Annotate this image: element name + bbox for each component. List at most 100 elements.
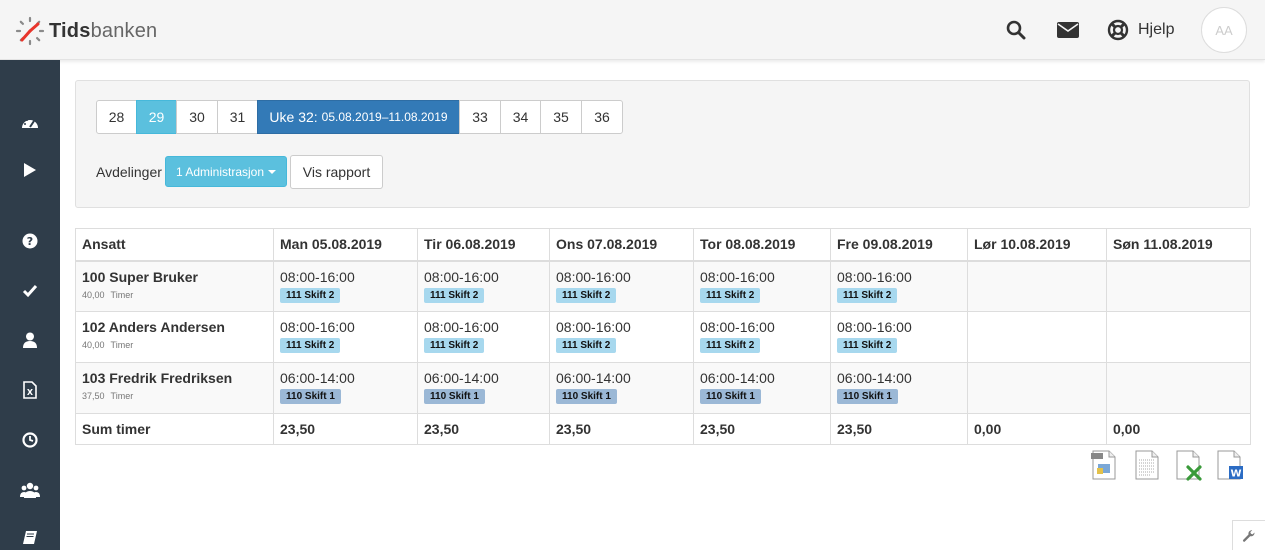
- excel-export-icon[interactable]: [1174, 449, 1204, 481]
- dashboard-icon[interactable]: [18, 110, 42, 134]
- shift-time: 08:00-16:00: [280, 268, 355, 285]
- shift-time: 06:00-14:00: [280, 370, 355, 386]
- department-label: Avdelinger: [96, 164, 162, 180]
- check-icon[interactable]: [18, 279, 42, 303]
- help-link[interactable]: Hjelp: [1138, 21, 1174, 39]
- week-button-36[interactable]: 36: [581, 100, 623, 134]
- sum-value: 0,00: [967, 413, 1107, 445]
- employee-hours-unit: Timer: [110, 340, 134, 350]
- shift-tag: 111 Skift 2: [280, 338, 341, 353]
- shift-tag: 111 Skift 2: [837, 338, 898, 353]
- sum-value: 23,50: [273, 413, 418, 445]
- employee-cell: 103 Fredrik Fredriksen 37,50 Timer: [75, 362, 274, 414]
- column-header-day[interactable]: Lør 10.08.2019: [967, 228, 1107, 262]
- shift-cell[interactable]: 06:00-14:00 110 Skift 1: [830, 362, 968, 414]
- empty-shift-cell[interactable]: [1106, 362, 1251, 414]
- shift-tag: 111 Skift 2: [556, 338, 617, 353]
- schedule-table: Ansatt Man 05.08.2019 Tir 06.08.2019 Ons…: [75, 228, 1251, 445]
- empty-shift-cell[interactable]: [1106, 311, 1251, 363]
- shift-cell[interactable]: 08:00-16:00 111 Skift 2: [693, 260, 831, 312]
- shift-time: 06:00-14:00: [424, 370, 499, 386]
- column-header-day[interactable]: Tir 06.08.2019: [417, 228, 550, 262]
- user-icon[interactable]: [18, 328, 42, 352]
- logo-text-light: banken: [90, 19, 158, 42]
- employee-name[interactable]: 102 Anders Andersen: [82, 319, 267, 335]
- shift-tag: 111 Skift 2: [556, 287, 617, 303]
- employee-cell: 100 Super Bruker 40,00 Timer: [75, 260, 274, 312]
- play-icon[interactable]: [18, 158, 42, 182]
- employee-name[interactable]: 103 Fredrik Fredriksen: [82, 370, 267, 386]
- shift-cell[interactable]: 08:00-16:00 111 Skift 2: [549, 311, 694, 363]
- table-header-row: Ansatt Man 05.08.2019 Tir 06.08.2019 Ons…: [75, 228, 1251, 262]
- excel-file-icon[interactable]: X: [18, 378, 42, 402]
- shift-time: 08:00-16:00: [700, 319, 775, 335]
- text-export-icon[interactable]: [1133, 449, 1163, 481]
- clock-icon[interactable]: [18, 428, 42, 452]
- week-button-28[interactable]: 28: [96, 100, 137, 134]
- sum-value: 0,00: [1106, 413, 1251, 445]
- logo-text-bold: Tids: [49, 19, 91, 42]
- users-icon[interactable]: [18, 478, 42, 502]
- shift-cell[interactable]: 08:00-16:00 111 Skift 2: [273, 311, 418, 363]
- empty-shift-cell[interactable]: [967, 362, 1107, 414]
- sidebar: ? X: [0, 60, 60, 550]
- pdf-export-icon[interactable]: [1090, 449, 1120, 481]
- sum-value: 23,50: [830, 413, 968, 445]
- svg-text:?: ?: [27, 235, 33, 248]
- question-icon[interactable]: ?: [18, 229, 42, 253]
- week-button-current[interactable]: Uke 32: 05.08.2019–11.08.2019: [257, 100, 460, 134]
- empty-shift-cell[interactable]: [967, 260, 1107, 312]
- column-header-day[interactable]: Man 05.08.2019: [273, 228, 418, 262]
- empty-shift-cell[interactable]: [1106, 260, 1251, 312]
- employee-hours-value: 37,50: [82, 391, 105, 401]
- shift-tag: 111 Skift 2: [837, 287, 898, 303]
- shift-time: 08:00-16:00: [837, 268, 912, 285]
- shift-tag: 110 Skift 1: [556, 389, 617, 404]
- shift-time: 08:00-16:00: [424, 268, 499, 285]
- lifebuoy-icon[interactable]: [1106, 18, 1130, 42]
- shift-cell[interactable]: 08:00-16:00 111 Skift 2: [273, 260, 418, 312]
- envelope-icon[interactable]: [1056, 18, 1080, 42]
- shift-time: 08:00-16:00: [556, 319, 631, 335]
- shift-cell[interactable]: 06:00-14:00 110 Skift 1: [693, 362, 831, 414]
- shift-cell[interactable]: 06:00-14:00 110 Skift 1: [549, 362, 694, 414]
- logo[interactable]: Tidsbanken: [14, 15, 157, 47]
- word-export-icon[interactable]: W: [1215, 449, 1245, 481]
- search-icon[interactable]: [1004, 18, 1028, 42]
- week-button-31[interactable]: 31: [217, 100, 258, 134]
- column-header-day[interactable]: Ons 07.08.2019: [549, 228, 694, 262]
- caret-down-icon: [268, 169, 277, 174]
- column-header-day[interactable]: Søn 11.08.2019: [1106, 228, 1251, 262]
- column-header-employee[interactable]: Ansatt: [75, 228, 274, 262]
- week-button-34[interactable]: 34: [500, 100, 541, 134]
- avatar[interactable]: AA: [1201, 7, 1247, 53]
- shift-cell[interactable]: 06:00-14:00 110 Skift 1: [417, 362, 550, 414]
- employee-hours-unit: Timer: [110, 391, 134, 401]
- employee-hours-value: 40,00: [82, 340, 105, 350]
- book-icon[interactable]: [18, 526, 42, 550]
- department-dropdown[interactable]: 1 Administrasjon: [165, 156, 287, 187]
- week-button-35[interactable]: 35: [540, 100, 582, 134]
- top-bar: Tidsbanken Hjelp AA: [0, 0, 1265, 60]
- shift-cell[interactable]: 08:00-16:00 111 Skift 2: [693, 311, 831, 363]
- week-button-29[interactable]: 29: [136, 100, 177, 134]
- shift-time: 06:00-14:00: [556, 370, 631, 386]
- show-report-button[interactable]: Vis rapport: [290, 155, 383, 189]
- shift-cell[interactable]: 08:00-16:00 111 Skift 2: [417, 260, 550, 312]
- sum-value: 23,50: [693, 413, 831, 445]
- shift-tag: 111 Skift 2: [700, 287, 761, 303]
- shift-cell[interactable]: 08:00-16:00 111 Skift 2: [417, 311, 550, 363]
- column-header-day[interactable]: Tor 08.08.2019: [693, 228, 831, 262]
- sum-row: Sum timer 23,50 23,50 23,50 23,50 23,50 …: [75, 413, 1251, 445]
- shift-cell[interactable]: 08:00-16:00 111 Skift 2: [830, 311, 968, 363]
- week-button-30[interactable]: 30: [176, 100, 218, 134]
- week-button-33[interactable]: 33: [459, 100, 501, 134]
- wrench-icon[interactable]: [1232, 520, 1265, 550]
- column-header-day[interactable]: Fre 09.08.2019: [830, 228, 968, 262]
- shift-cell[interactable]: 08:00-16:00 111 Skift 2: [830, 260, 968, 312]
- shift-cell[interactable]: 06:00-14:00 110 Skift 1: [273, 362, 418, 414]
- empty-shift-cell[interactable]: [967, 311, 1107, 363]
- employee-name[interactable]: 100 Super Bruker: [82, 269, 267, 285]
- shift-time: 08:00-16:00: [280, 319, 355, 335]
- shift-cell[interactable]: 08:00-16:00 111 Skift 2: [549, 260, 694, 312]
